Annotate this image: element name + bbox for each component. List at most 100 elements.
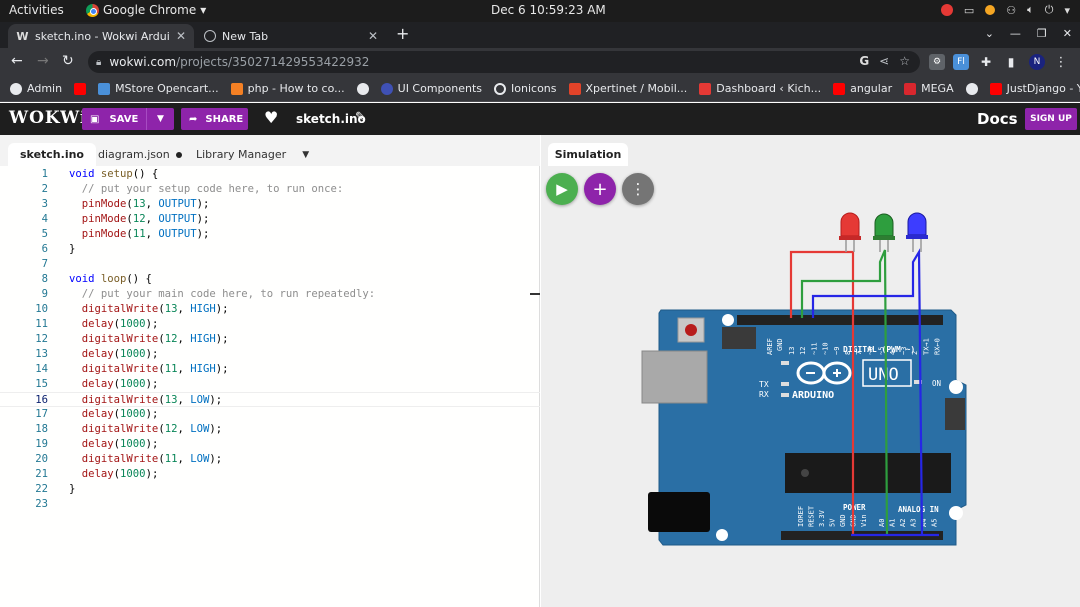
code-text[interactable]: // put your setup code here, to run once… — [69, 182, 344, 197]
notification-icon[interactable] — [940, 4, 953, 16]
tab-new-tab[interactable]: New Tab ✕ — [196, 24, 386, 48]
clock[interactable]: Dec 6 10:59:23 AM — [491, 3, 606, 17]
circuit-canvas[interactable]: ARDUINO UNO DIGITAL (PWM ~) ANALOG IN PO… — [541, 135, 1080, 607]
bookmark-item[interactable]: angular — [833, 82, 892, 95]
power-icon[interactable]: ⏻ — [1045, 3, 1054, 17]
bookmark-item[interactable]: MStore Opencart... — [98, 82, 219, 95]
screen-icon[interactable]: ▭ — [964, 4, 974, 17]
kebab-menu-icon[interactable]: ⋮ — [1053, 54, 1069, 70]
code-line[interactable]: 20 digitalWrite(11, LOW); — [0, 452, 540, 467]
activities-button[interactable]: Activities — [9, 3, 64, 17]
bookmark-item[interactable] — [965, 82, 978, 95]
code-text[interactable]: } — [69, 482, 75, 497]
code-line[interactable]: 2 // put your setup code here, to run on… — [0, 182, 540, 197]
code-line[interactable]: 19 delay(1000); — [0, 437, 540, 452]
code-line[interactable]: 8 void loop() { — [0, 272, 540, 287]
code-line[interactable]: 5 pinMode(11, OUTPUT); — [0, 227, 540, 242]
code-text[interactable]: } — [69, 242, 75, 257]
system-tray[interactable]: ▭ ⚇ 🔈︎ ⏻ ▾ — [940, 3, 1070, 17]
led-red[interactable] — [839, 212, 861, 252]
code-text[interactable]: delay(1000); — [69, 437, 159, 452]
code-text[interactable]: digitalWrite(11, LOW); — [69, 452, 222, 467]
code-line[interactable]: 13 delay(1000); — [0, 347, 540, 362]
address-bar[interactable]: 🔒︎ wokwi.com/projects/350271429553422932… — [88, 51, 920, 73]
side-panel-icon[interactable]: ▮ — [1003, 54, 1019, 70]
reset-button-cap[interactable] — [685, 324, 697, 336]
heart-icon[interactable]: ♥ — [264, 108, 278, 127]
close-window-icon[interactable]: ✕ — [1063, 27, 1072, 40]
back-icon[interactable]: ← — [11, 53, 23, 69]
code-text[interactable]: void loop() { — [69, 272, 152, 287]
bookmark-item[interactable]: MEGA — [904, 82, 954, 95]
code-text[interactable]: digitalWrite(12, HIGH); — [69, 332, 229, 347]
code-text[interactable]: digitalWrite(13, LOW); — [69, 393, 222, 408]
star-icon[interactable]: ☆ — [899, 54, 910, 68]
code-text[interactable]: pinMode(12, OUTPUT); — [69, 212, 210, 227]
tab-sketch-ino[interactable]: sketch.ino — [8, 143, 96, 166]
code-text[interactable]: delay(1000); — [69, 377, 159, 392]
extension-fl-icon[interactable]: Fl — [953, 54, 969, 70]
code-text[interactable]: // put your main code here, to run repea… — [69, 287, 375, 302]
code-line[interactable]: 7 — [0, 257, 540, 272]
code-text[interactable]: delay(1000); — [69, 467, 159, 482]
code-line[interactable]: 17 delay(1000); — [0, 407, 540, 422]
share-button[interactable]: ➦ SHARE — [181, 108, 248, 130]
tab-wokwi-sketch[interactable]: W sketch.ino - Wokwi Arduino an ✕ — [8, 24, 194, 48]
minimize-icon[interactable]: — — [1010, 27, 1021, 40]
code-line[interactable]: 15 delay(1000); — [0, 377, 540, 392]
code-text[interactable]: delay(1000); — [69, 317, 159, 332]
code-line[interactable]: 23 — [0, 497, 540, 512]
code-line[interactable]: 12 digitalWrite(12, HIGH); — [0, 332, 540, 347]
led-blue[interactable] — [906, 212, 928, 252]
wokwi-logo[interactable]: WOKWi — [9, 108, 87, 128]
code-line[interactable]: 4 pinMode(12, OUTPUT); — [0, 212, 540, 227]
bookmark-item[interactable]: Xpertinet / Mobil... — [568, 82, 687, 95]
code-text[interactable]: void setup() { — [69, 167, 158, 182]
bookmark-item[interactable]: Admin — [10, 82, 62, 95]
code-text[interactable]: delay(1000); — [69, 347, 159, 362]
chevron-down-icon[interactable]: ▾ — [1064, 4, 1070, 17]
code-text[interactable]: pinMode(13, OUTPUT); — [69, 197, 210, 212]
code-line[interactable]: 9 // put your main code here, to run rep… — [0, 287, 540, 302]
google-icon[interactable]: G — [859, 54, 869, 68]
bookmark-item[interactable]: Dashboard ‹ Kich... — [699, 82, 821, 95]
code-editor[interactable]: 1 void setup() {2 // put your setup code … — [0, 166, 540, 607]
code-line[interactable]: 14 digitalWrite(11, HIGH); — [0, 362, 540, 377]
code-line[interactable]: 6} — [0, 242, 540, 257]
code-line[interactable]: 16 digitalWrite(13, LOW); — [0, 392, 540, 407]
code-line[interactable]: 18 digitalWrite(12, LOW); — [0, 422, 540, 437]
tab-diagram-json[interactable]: diagram.json — [86, 143, 194, 166]
code-text[interactable]: pinMode(11, OUTPUT); — [69, 227, 210, 242]
led-green[interactable] — [873, 213, 895, 252]
bookmark-item[interactable]: JustDjango - You... — [989, 82, 1080, 95]
status-icon[interactable] — [985, 5, 996, 15]
docs-link[interactable]: Docs — [977, 110, 1018, 128]
bookmark-item[interactable]: Ionicons — [494, 82, 557, 95]
bookmark-item[interactable]: UI Components — [380, 82, 482, 95]
volume-icon[interactable]: 🔈︎ — [1027, 3, 1034, 17]
pencil-icon[interactable]: ✎ — [355, 110, 366, 125]
code-line[interactable]: 22} — [0, 482, 540, 497]
bookmark-item[interactable] — [74, 82, 87, 95]
app-menu[interactable]: Google Chrome ▾ — [86, 3, 206, 17]
sign-up-button[interactable]: SIGN UP — [1025, 108, 1077, 130]
share-icon[interactable]: ⋖ — [879, 54, 889, 68]
save-button[interactable]: ▣ SAVE ▼ — [82, 108, 174, 130]
bookmark-item[interactable] — [356, 82, 369, 95]
puzzle-icon[interactable]: ✚ — [978, 54, 994, 70]
profile-avatar[interactable]: N — [1029, 54, 1045, 70]
forward-icon[interactable]: → — [37, 53, 49, 69]
code-line[interactable]: 1 void setup() { — [0, 167, 540, 182]
save-options-chevron-icon[interactable]: ▼ — [146, 108, 174, 130]
new-tab-button[interactable]: + — [396, 26, 409, 42]
maximize-icon[interactable]: ❐ — [1037, 27, 1047, 40]
code-text[interactable]: delay(1000); — [69, 407, 159, 422]
lock-icon[interactable]: 🔒︎ — [96, 57, 101, 68]
tab-search-icon[interactable]: ⌄ — [985, 27, 994, 40]
scrollbar-marker[interactable] — [530, 293, 540, 295]
bookmark-item[interactable]: php - How to co... — [230, 82, 345, 95]
code-line[interactable]: 11 delay(1000); — [0, 317, 540, 332]
code-text[interactable]: digitalWrite(12, LOW); — [69, 422, 222, 437]
tab-library-manager[interactable]: Library Manager ▼ — [184, 143, 321, 166]
code-text[interactable]: digitalWrite(11, HIGH); — [69, 362, 229, 377]
